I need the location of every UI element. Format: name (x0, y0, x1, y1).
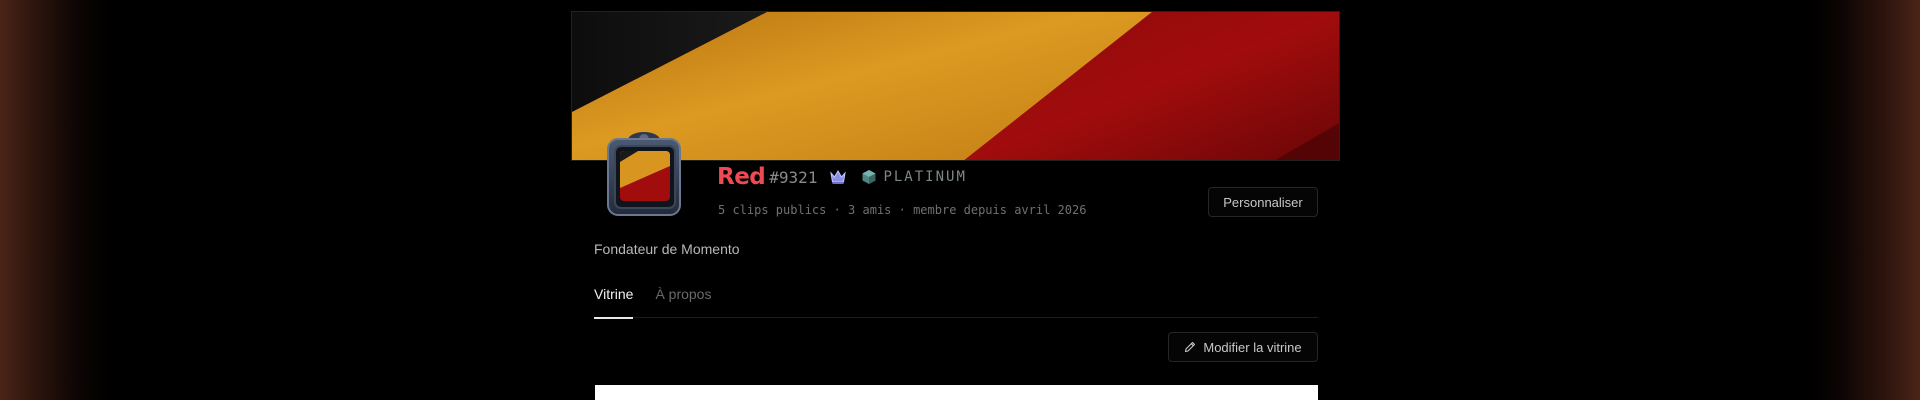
user-discriminator: #9321 (769, 167, 818, 187)
tab-showcase[interactable]: Vitrine (594, 284, 634, 319)
edit-showcase-button[interactable]: Modifier la vitrine (1168, 332, 1318, 362)
showcase-panel (595, 385, 1318, 400)
profile-bio: Fondateur de Momento (594, 241, 740, 257)
avatar[interactable] (598, 126, 690, 222)
edit-showcase-label: Modifier la vitrine (1203, 339, 1302, 355)
profile-tabs: Vitrine À propos (594, 284, 1318, 319)
tab-about[interactable]: À propos (655, 284, 711, 318)
profile-header: Red #9321 PLATINUM (717, 162, 967, 192)
customize-button[interactable]: Personnaliser (1208, 187, 1318, 217)
pencil-icon (1184, 341, 1196, 353)
right-edge-glow (1810, 0, 1920, 400)
platinum-gem-icon (861, 169, 877, 185)
crown-icon (829, 168, 847, 186)
profile-stats: 5 clips publics · 3 amis · membre depuis… (718, 203, 1087, 217)
rank-label: PLATINUM (883, 169, 967, 185)
username: Red (717, 164, 766, 190)
left-edge-glow (0, 0, 110, 400)
rank-badge: PLATINUM (861, 169, 966, 185)
